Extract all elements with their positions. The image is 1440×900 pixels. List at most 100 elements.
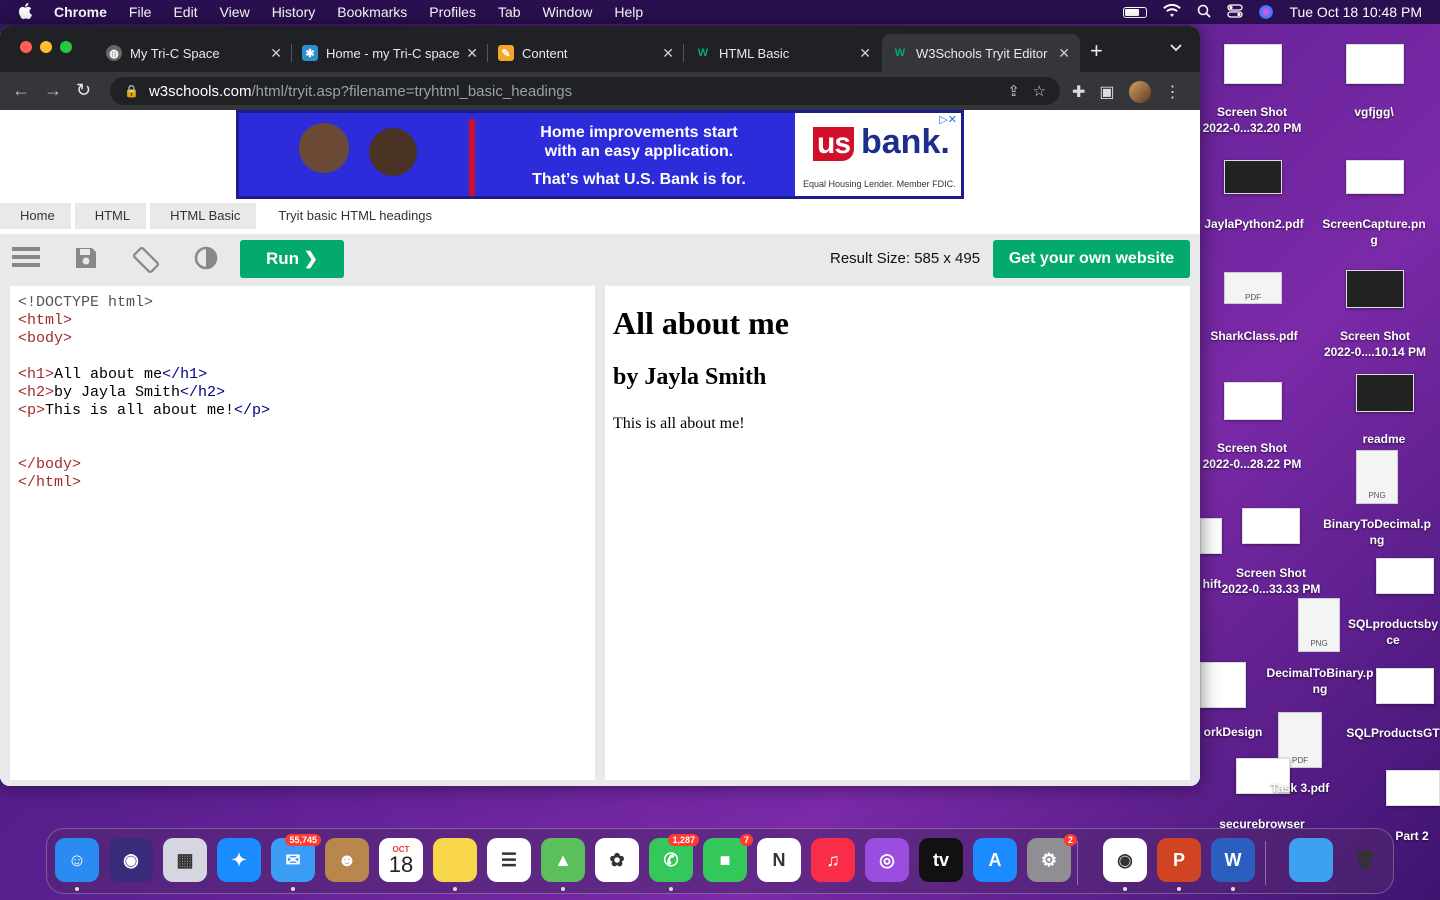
desktop-file-label[interactable]: SharkClass.pdf	[1198, 328, 1310, 344]
menu-view[interactable]: View	[220, 4, 250, 20]
desktop-file-label[interactable]: Task 3.pdf	[1262, 780, 1338, 796]
side-panel-icon[interactable]: ▣	[1099, 82, 1114, 102]
back-arrow-icon[interactable]: ←	[12, 80, 30, 101]
save-icon[interactable]	[72, 246, 100, 272]
hamburger-menu-icon[interactable]	[12, 246, 40, 272]
screenshot-thumbnail-icon[interactable]	[1242, 508, 1300, 544]
diagram-thumbnail-icon[interactable]	[1200, 662, 1246, 708]
desktop-file-label[interactable]: vgfjgg\	[1326, 104, 1422, 120]
notes-dock-icon[interactable]	[433, 838, 477, 891]
spotlight-search-icon[interactable]	[1197, 4, 1212, 21]
rotate-orientation-icon[interactable]	[132, 246, 160, 273]
calendar-dock-icon[interactable]: OCT 18	[379, 838, 423, 882]
minimize-window-button[interactable]	[40, 41, 52, 53]
profile-avatar[interactable]	[1128, 81, 1151, 103]
dark-mode-toggle-icon[interactable]	[192, 246, 220, 272]
reminders-dock-icon[interactable]: ☰	[487, 838, 531, 882]
forward-arrow-icon[interactable]: →	[44, 80, 62, 101]
tab-html-basic[interactable]: W HTML Basic ✕	[685, 34, 881, 72]
code-editor[interactable]: <!DOCTYPE html> <html> <body> <h1>All ab…	[10, 286, 595, 780]
desktop-file-label[interactable]: Screen Shot 2022-0...28.22 PM	[1196, 440, 1308, 472]
screenshot-thumbnail-icon[interactable]	[1346, 270, 1404, 308]
tab-my-tri-c-space[interactable]: ◍ My Tri-C Space ✕	[96, 34, 292, 72]
menu-tab[interactable]: Tab	[498, 4, 521, 20]
desktop-file-label[interactable]: ScreenCapture.pn g	[1316, 216, 1432, 248]
tab-content[interactable]: ✎ Content ✕	[488, 34, 684, 72]
desktop-file-label[interactable]: SQLProductsGT	[1346, 725, 1440, 741]
chrome-dock-icon[interactable]: ◉	[1103, 838, 1147, 891]
menu-window[interactable]: Window	[543, 4, 593, 20]
desktop-file-label[interactable]: BinaryToDecimal.p ng	[1316, 516, 1438, 548]
desktop-file-label[interactable]: SQLproductsby ce	[1346, 616, 1440, 648]
desktop-file-label[interactable]: DecimalToBinary.p ng	[1260, 665, 1380, 697]
screenshot-thumbnail-icon[interactable]	[1376, 668, 1434, 704]
contacts-dock-icon[interactable]: ☻	[325, 838, 369, 882]
siri-icon[interactable]	[1259, 5, 1274, 19]
menu-help[interactable]: Help	[614, 4, 643, 20]
tab-home-my-tri-c-space[interactable]: ✱ Home - my Tri-C space ✕	[292, 34, 488, 72]
pdf-file-icon[interactable]: PDF	[1224, 272, 1282, 304]
tab-w3schools-tryit-editor[interactable]: W W3Schools Tryit Editor ✕	[882, 34, 1080, 72]
siri-dock-icon[interactable]: ◉	[109, 838, 153, 882]
get-your-own-website-button[interactable]: Get your own website	[993, 240, 1190, 278]
close-tab-icon[interactable]: ✕	[859, 45, 871, 62]
png-file-icon[interactable]: PNG	[1298, 598, 1340, 652]
desktop-file-label[interactable]: orkDesign	[1200, 724, 1266, 740]
run-button[interactable]: Run ❯	[240, 240, 344, 278]
bookmark-star-icon[interactable]: ☆	[1033, 82, 1046, 100]
share-icon[interactable]: ⇪	[1007, 82, 1020, 100]
menu-file[interactable]: File	[129, 4, 152, 20]
trash-dock-icon[interactable]: 🗑	[1343, 838, 1387, 882]
tv-dock-icon[interactable]: tv	[919, 838, 963, 882]
apple-icon[interactable]	[18, 2, 38, 22]
reload-icon[interactable]: ↻	[76, 80, 91, 101]
breadcrumb-html[interactable]: HTML	[74, 203, 147, 229]
extensions-puzzle-icon[interactable]: ✚	[1072, 82, 1085, 102]
finder-dock-icon[interactable]: ☺	[55, 838, 99, 891]
menu-bookmarks[interactable]: Bookmarks	[337, 4, 407, 20]
close-tab-icon[interactable]: ✕	[270, 45, 282, 62]
desktop-file-label[interactable]: hift	[1200, 576, 1224, 592]
breadcrumb-home[interactable]: Home	[0, 203, 71, 229]
screenshot-thumbnail-icon[interactable]	[1224, 44, 1282, 84]
new-tab-icon[interactable]: +	[1090, 38, 1103, 64]
launchpad-dock-icon[interactable]: ▦	[163, 838, 207, 882]
menu-app-chrome[interactable]: Chrome	[54, 4, 107, 20]
close-tab-icon[interactable]: ✕	[466, 45, 478, 62]
close-window-button[interactable]	[20, 41, 32, 53]
tab-search-chevron-icon[interactable]	[1170, 40, 1182, 55]
pdf-thumbnail-icon[interactable]	[1224, 160, 1282, 194]
desktop-file-label[interactable]: readme	[1346, 431, 1422, 447]
appstore-dock-icon[interactable]: A	[973, 838, 1017, 882]
screenshot-thumbnail-icon[interactable]	[1346, 160, 1404, 194]
folder-dock-icon[interactable]	[1289, 838, 1333, 882]
file-thumbnail-icon[interactable]	[1346, 44, 1404, 84]
music-dock-icon[interactable]: ♫	[811, 838, 855, 882]
mail-dock-icon[interactable]: ✉ 55,745	[271, 834, 321, 891]
png-file-icon[interactable]: PNG	[1356, 450, 1398, 504]
menu-edit[interactable]: Edit	[173, 4, 197, 20]
news-dock-icon[interactable]: N	[757, 838, 801, 882]
menu-history[interactable]: History	[272, 4, 316, 20]
menu-profiles[interactable]: Profiles	[429, 4, 476, 20]
word-dock-icon[interactable]: W	[1211, 838, 1255, 891]
maps-dock-icon[interactable]: ▲	[541, 838, 585, 891]
lock-icon[interactable]: 🔒	[124, 84, 139, 98]
wifi-icon[interactable]	[1163, 3, 1182, 21]
messages-dock-icon[interactable]: ✆ 1,287	[649, 834, 699, 891]
screenshot-thumbnail-icon[interactable]	[1356, 374, 1414, 412]
podcasts-dock-icon[interactable]: ◎	[865, 838, 909, 882]
partial-thumbnail-icon[interactable]	[1200, 518, 1222, 554]
breadcrumb-html-basic[interactable]: HTML Basic	[150, 203, 257, 229]
facetime-dock-icon[interactable]: ■ 7	[703, 834, 753, 882]
desktop-file-label[interactable]: Screen Shot 2022-0....10.14 PM	[1316, 328, 1434, 360]
menubar-clock[interactable]: Tue Oct 18 10:48 PM	[1289, 4, 1422, 20]
screenshot-thumbnail-icon[interactable]	[1376, 558, 1434, 594]
photos-dock-icon[interactable]: ✿	[595, 838, 639, 882]
zoom-window-button[interactable]	[60, 41, 72, 53]
settings-dock-icon[interactable]: ⚙ 2	[1027, 834, 1077, 882]
battery-icon[interactable]	[1123, 6, 1148, 18]
desktop-file-label[interactable]: Screen Shot 2022-0...32.20 PM	[1196, 104, 1308, 136]
desktop-file-label[interactable]: Screen Shot 2022-0...33.33 PM	[1212, 565, 1330, 597]
powerpoint-dock-icon[interactable]: P	[1157, 838, 1201, 891]
